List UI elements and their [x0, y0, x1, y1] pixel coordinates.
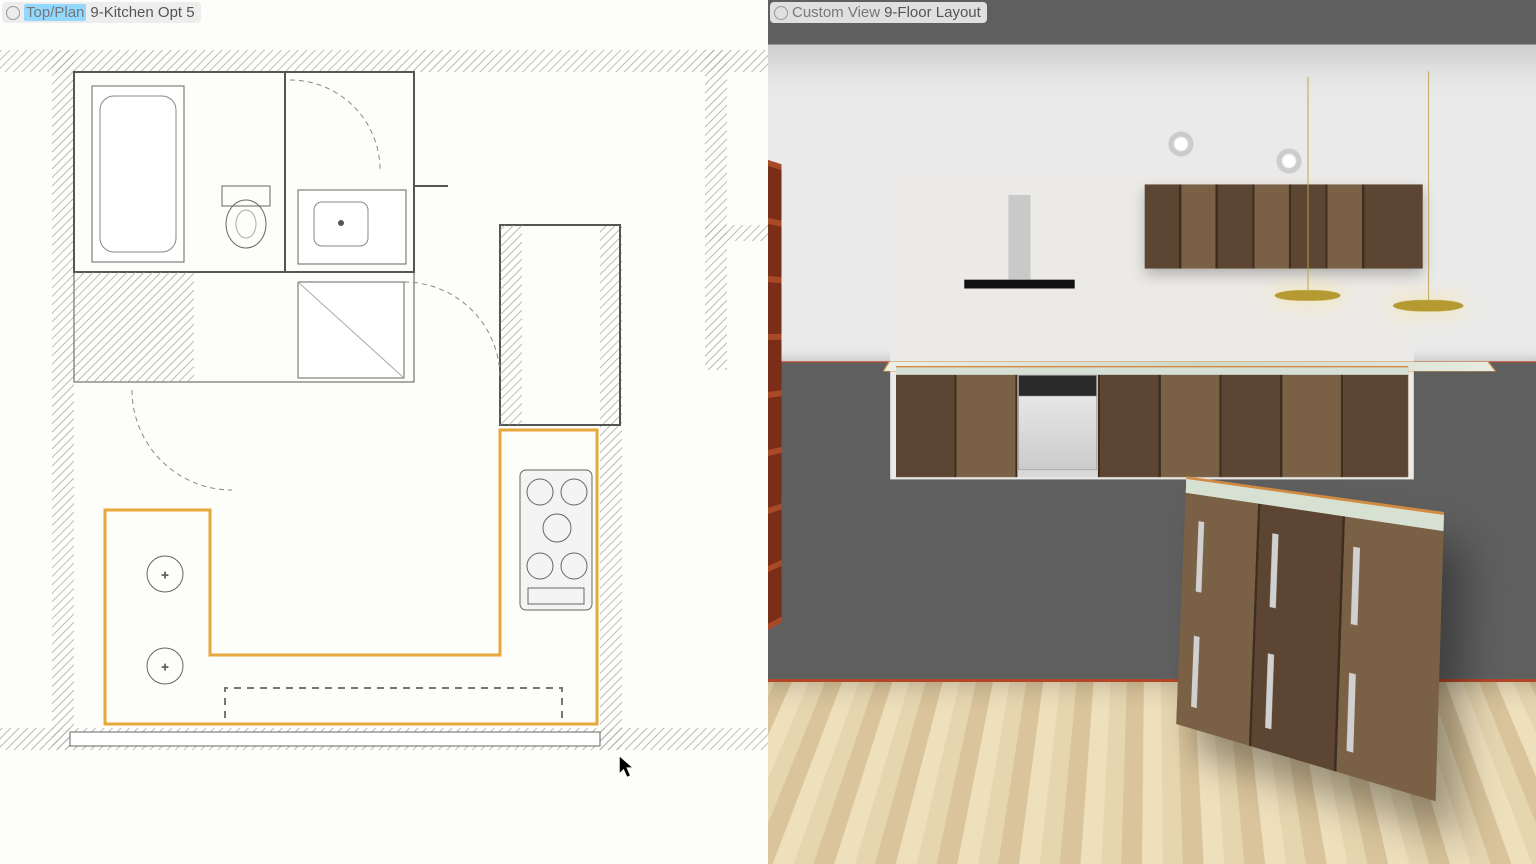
svg-text:+: + — [161, 568, 168, 582]
sun-toggle-icon[interactable] — [6, 6, 20, 20]
fixture-cooktop — [520, 470, 592, 610]
appliance-range-hood — [964, 280, 1074, 289]
pendant-light-icon — [1393, 300, 1463, 311]
fixture-vanity-sink — [298, 190, 406, 264]
viewport-3d[interactable]: Custom View 9-Floor Layout — [768, 0, 1536, 864]
counter-depth-ref — [225, 688, 562, 718]
window — [70, 732, 600, 746]
base-cabinets — [896, 367, 1408, 477]
render-scene — [768, 0, 1536, 864]
svg-text:+: + — [161, 660, 168, 674]
recessed-light-icon — [1275, 147, 1303, 175]
view-name: 9-Floor Layout — [884, 4, 981, 21]
view-name: 9-Kitchen Opt 5 — [90, 4, 194, 21]
floor-plan-canvas[interactable]: + + — [0, 0, 768, 864]
view-label-right[interactable]: Custom View 9-Floor Layout — [770, 2, 987, 23]
open-shelving — [768, 160, 782, 630]
upper-cabinets — [1145, 184, 1423, 268]
appliance-oven — [1018, 375, 1097, 470]
fixture-closet — [298, 282, 404, 378]
fixture-bathtub — [92, 86, 184, 262]
cursor-icon — [618, 755, 636, 779]
sun-toggle-icon[interactable] — [774, 6, 788, 20]
viewport-plan[interactable]: Top/Plan 9-Kitchen Opt 5 — [0, 0, 768, 864]
recessed-light-icon — [1167, 130, 1195, 158]
island-outlets: + + — [147, 556, 183, 684]
pendant-light-icon — [1275, 290, 1341, 301]
view-label-left[interactable]: Top/Plan 9-Kitchen Opt 5 — [2, 2, 201, 23]
view-mode: Custom View — [792, 4, 880, 21]
view-mode: Top/Plan — [24, 4, 86, 21]
fixture-toilet — [222, 186, 270, 248]
